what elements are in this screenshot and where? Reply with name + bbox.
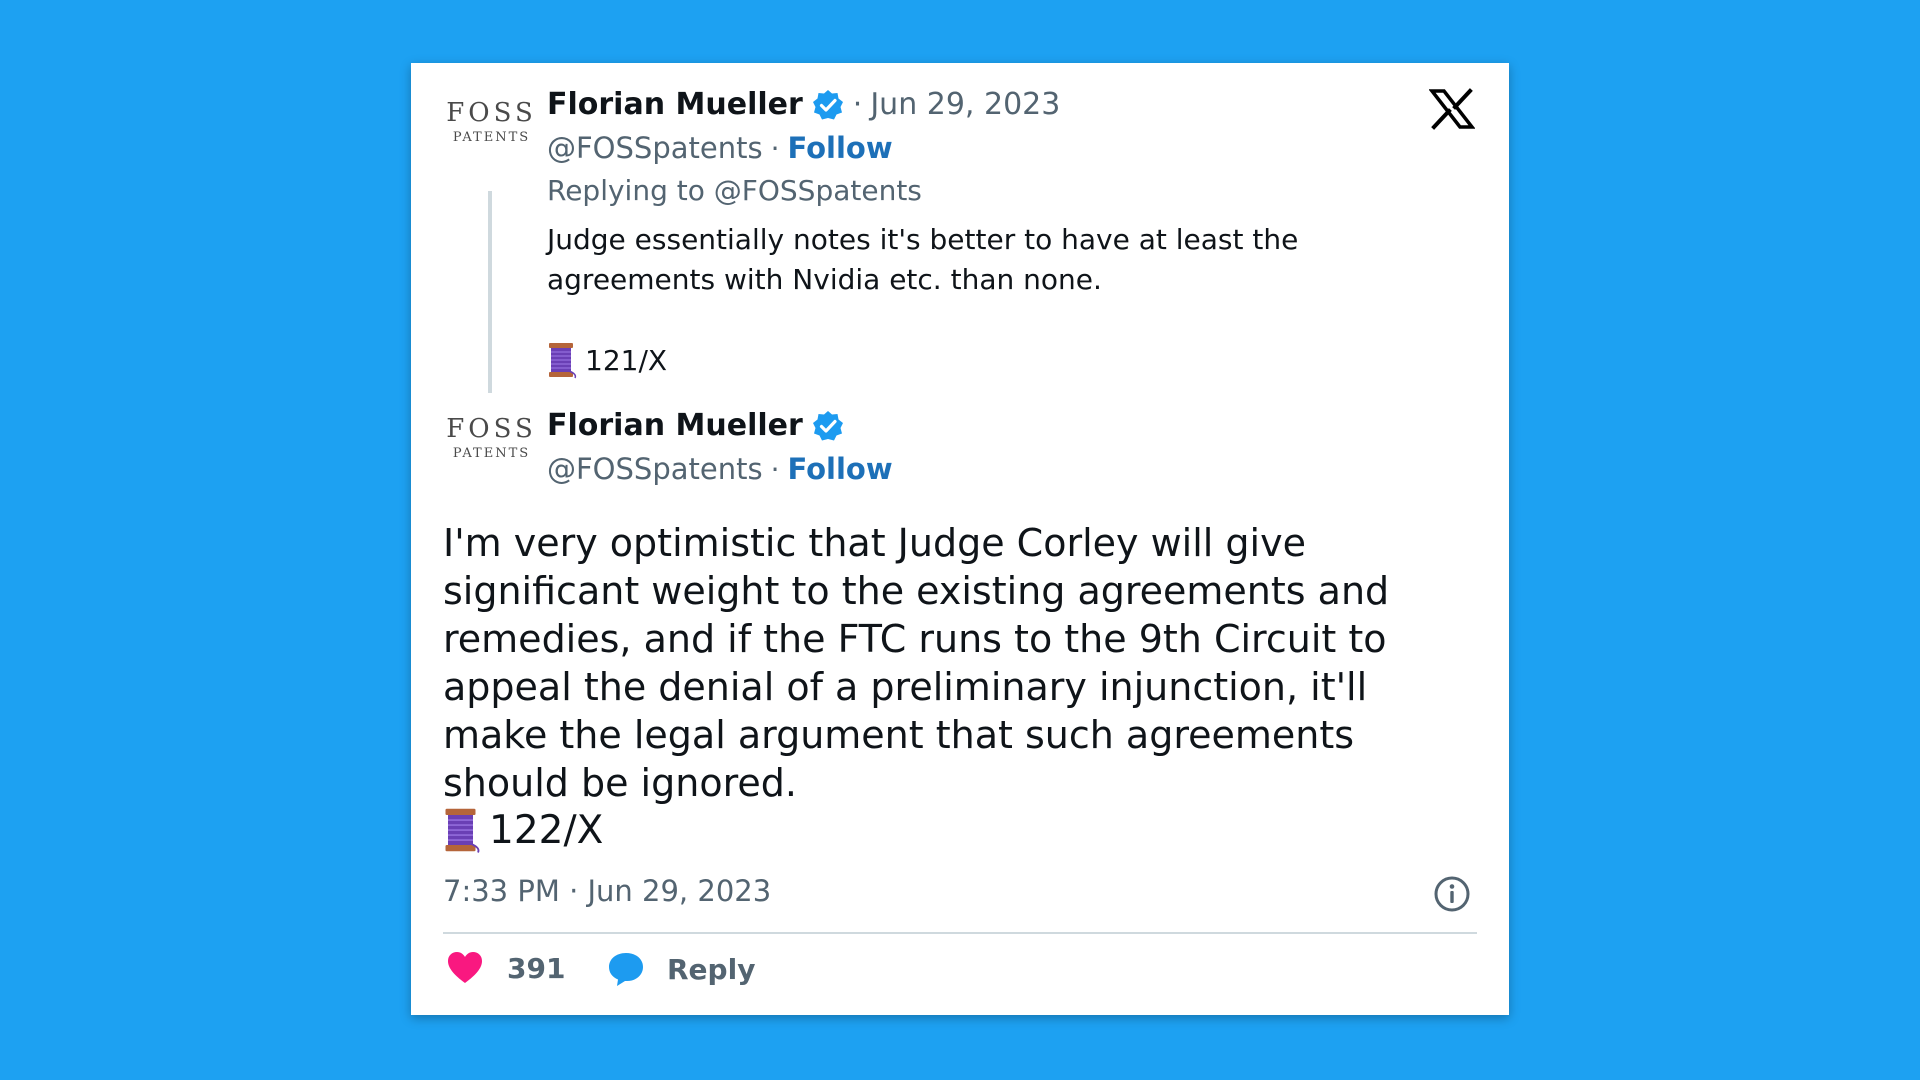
spool-of-thread-icon xyxy=(549,343,577,379)
info-icon[interactable] xyxy=(1432,874,1472,914)
spool-of-thread-icon xyxy=(445,808,480,853)
main-handle-row: @FOSSpatents · Follow xyxy=(547,452,893,486)
author-handle[interactable]: @FOSSpatents xyxy=(547,131,763,165)
x-logo-icon[interactable] xyxy=(1429,88,1475,130)
avatar-line1: FOSS xyxy=(446,98,537,128)
thread-line xyxy=(488,191,492,393)
quoted-handle-row: @FOSSpatents · Follow xyxy=(547,131,893,165)
reply-button[interactable]: Reply xyxy=(607,951,755,987)
avatar[interactable]: FOSS PATENTS xyxy=(444,98,539,162)
quoted-thread-number: 121/X xyxy=(547,341,667,379)
avatar-line1: FOSS xyxy=(446,414,537,444)
follow-button[interactable]: Follow xyxy=(787,131,892,165)
divider xyxy=(443,932,1477,934)
tweet-text: I'm very optimistic that Judge Corley wi… xyxy=(443,521,1390,805)
quoted-author-row: Florian Mueller · Jun 29, 2023 xyxy=(547,87,1060,122)
author-handle[interactable]: @FOSSpatents xyxy=(547,452,763,486)
separator-dot: · xyxy=(852,87,863,122)
thread-number: 122/X xyxy=(489,807,604,853)
main-author-row: Florian Mueller xyxy=(547,408,845,443)
verified-badge-icon xyxy=(812,410,843,440)
thread-number: 121/X xyxy=(585,343,668,377)
separator-dot: · xyxy=(770,131,780,165)
like-count: 391 xyxy=(507,951,566,985)
avatar[interactable]: FOSS PATENTS xyxy=(444,414,539,478)
author-name[interactable]: Florian Mueller xyxy=(547,87,803,122)
reply-bubble-icon xyxy=(609,953,643,986)
author-name[interactable]: Florian Mueller xyxy=(547,408,803,443)
tweet-timestamp[interactable]: 7:33 PM · Jun 29, 2023 xyxy=(443,874,771,908)
tweet-card: FOSS PATENTS Florian Mueller · Jun 29, 2… xyxy=(411,63,1509,1015)
quoted-tweet-text: Judge essentially notes it's better to h… xyxy=(547,223,1299,296)
main-thread-number: 122/X xyxy=(443,806,603,854)
separator-dot: · xyxy=(770,452,780,486)
heart-icon xyxy=(448,952,482,983)
follow-button[interactable]: Follow xyxy=(787,452,892,486)
verified-badge-icon xyxy=(812,89,843,119)
replying-to[interactable]: Replying to @FOSSpatents xyxy=(547,174,922,207)
tweet-date[interactable]: Jun 29, 2023 xyxy=(870,87,1060,122)
avatar-line2: PATENTS xyxy=(452,446,531,461)
like-button[interactable]: 391 xyxy=(447,951,565,985)
avatar-line2: PATENTS xyxy=(452,130,531,145)
reply-label: Reply xyxy=(667,952,756,986)
